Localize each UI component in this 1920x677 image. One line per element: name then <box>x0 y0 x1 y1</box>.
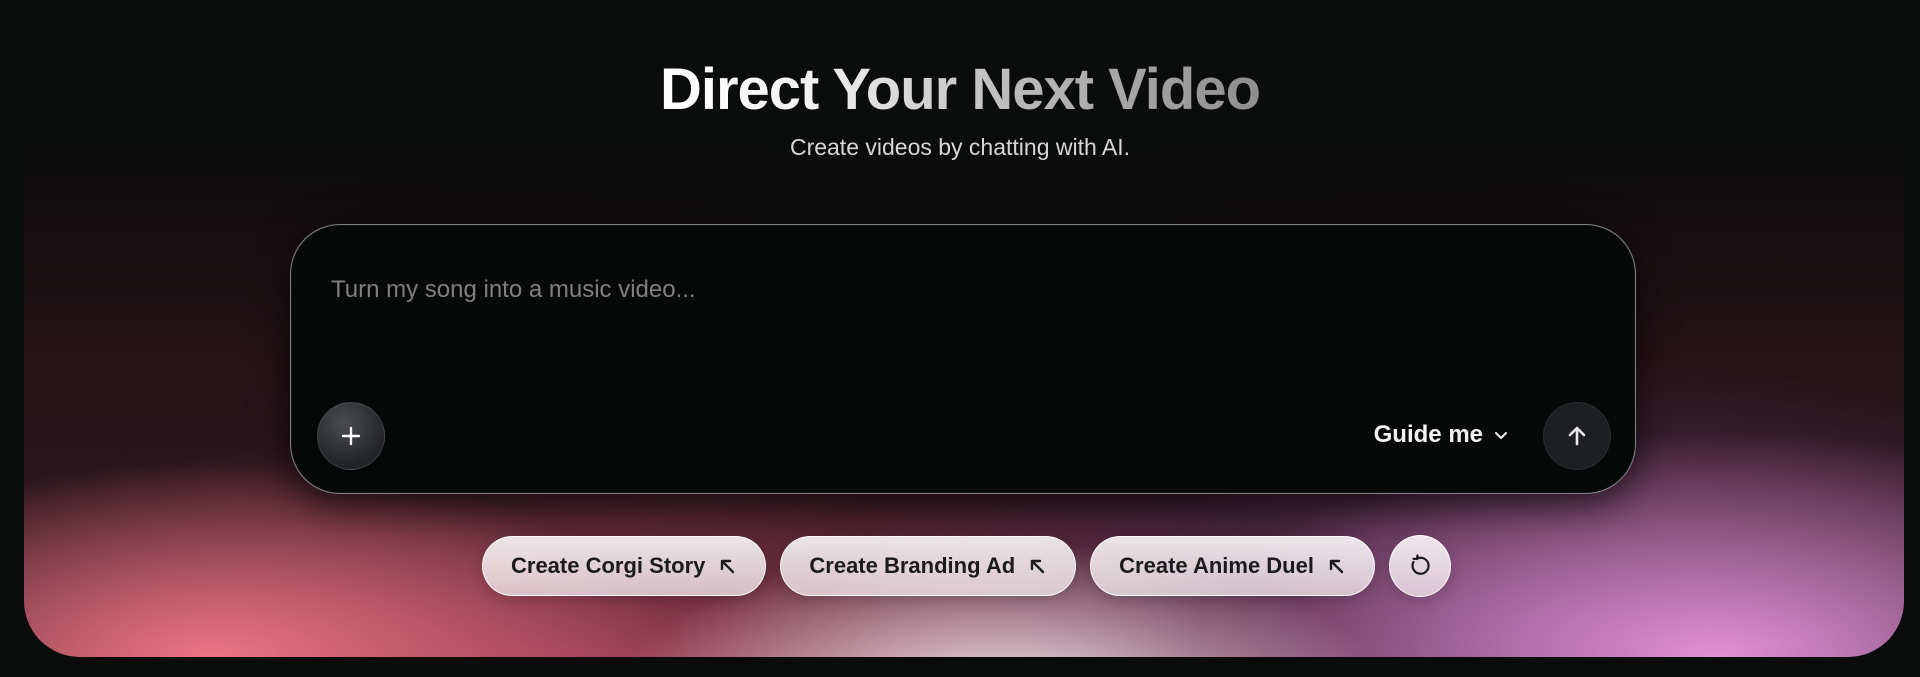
suggestion-chip-branding-ad[interactable]: Create Branding Ad <box>780 536 1077 596</box>
title-wrapper: Direct Your Next Video <box>0 0 1920 123</box>
page-subtitle: Create videos by chatting with AI. <box>789 134 1131 160</box>
arrow-up-left-icon <box>1326 556 1346 576</box>
suggestion-label: Create Anime Duel <box>1119 553 1314 578</box>
suggestion-chip-anime-duel[interactable]: Create Anime Duel <box>1090 536 1375 596</box>
refresh-icon <box>1407 553 1433 579</box>
suggestion-label: Create Corgi Story <box>511 553 706 578</box>
arrow-up-icon <box>1565 424 1589 448</box>
suggestion-chip-corgi-story[interactable]: Create Corgi Story <box>482 536 767 596</box>
page: Direct Your Next Video Create videos by … <box>0 0 1920 677</box>
suggestion-chips: Create Corgi Story Create Branding Ad Cr… <box>482 535 1451 597</box>
add-button[interactable] <box>317 402 385 470</box>
send-button[interactable] <box>1543 402 1611 470</box>
refresh-suggestions-button[interactable] <box>1388 535 1451 597</box>
suggestion-label: Create Branding Ad <box>809 553 1016 578</box>
arrow-up-left-icon <box>1027 556 1047 576</box>
guide-me-label: Guide me <box>1373 421 1483 448</box>
prompt-input[interactable] <box>329 269 1533 311</box>
page-title: Direct Your Next Video <box>659 57 1261 122</box>
chevron-down-icon <box>1493 427 1509 443</box>
arrow-up-left-icon <box>717 556 737 576</box>
prompt-box: Guide me <box>290 224 1636 494</box>
plus-icon <box>340 425 362 447</box>
guide-me-dropdown[interactable]: Guide me <box>1374 417 1509 453</box>
